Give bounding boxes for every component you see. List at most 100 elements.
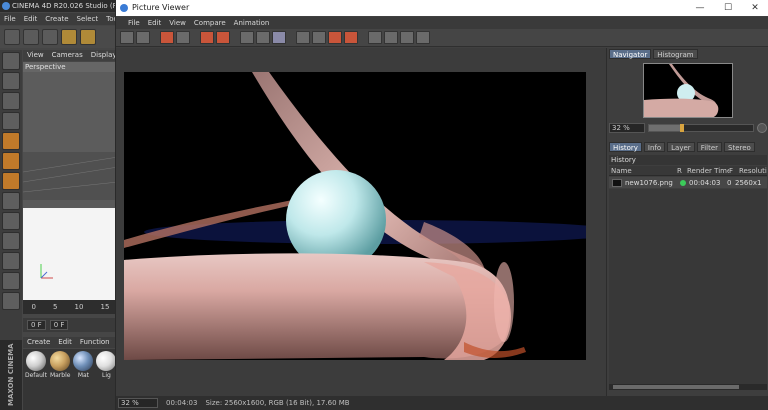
material-marble[interactable]: Marble xyxy=(50,351,71,408)
fullscreen-icon[interactable] xyxy=(400,31,414,44)
c4d-menu-bar: File Edit Create Select Tools xyxy=(0,13,123,25)
pv-menu-file[interactable]: File xyxy=(124,17,144,29)
scale-tool-icon[interactable] xyxy=(80,29,96,45)
status-zoom-field[interactable]: 32 % xyxy=(118,398,158,408)
pv-menu-view[interactable]: View xyxy=(165,17,190,29)
column-r[interactable]: R xyxy=(677,166,687,175)
material-lig[interactable]: Lig xyxy=(96,351,117,408)
pv-menu-animation[interactable]: Animation xyxy=(230,17,274,29)
viewport-scene xyxy=(23,72,118,300)
c4d-viewport[interactable] xyxy=(23,72,118,300)
snap-icon[interactable] xyxy=(2,232,20,250)
alpha-icon[interactable] xyxy=(328,31,342,44)
material-list: Default Marble Mat Lig xyxy=(23,349,118,410)
history-header: History xyxy=(609,155,767,165)
tab-filter[interactable]: Filter xyxy=(696,142,723,152)
stop-render-icon[interactable] xyxy=(200,31,214,44)
tab-layer[interactable]: Layer xyxy=(667,142,695,152)
c4d-menu-create[interactable]: Create xyxy=(41,13,72,25)
move-tool-icon[interactable] xyxy=(61,29,77,45)
axis-mode-icon[interactable] xyxy=(2,192,20,210)
history-columns: Name R Render Time F Resoluti xyxy=(609,166,767,176)
channel-icon[interactable] xyxy=(312,31,326,44)
history-name: new1076.png xyxy=(625,178,673,187)
rendered-image[interactable] xyxy=(124,72,586,360)
model-mode-icon[interactable] xyxy=(2,72,20,90)
scrollbar-thumb[interactable] xyxy=(613,385,739,389)
c4d-logo-icon xyxy=(2,2,10,10)
tab-info[interactable]: Info xyxy=(643,142,666,152)
pv-menu-edit[interactable]: Edit xyxy=(144,17,166,29)
tweak-mode-icon[interactable] xyxy=(2,212,20,230)
history-horizontal-scrollbar[interactable] xyxy=(609,384,767,390)
material-menu-edit[interactable]: Edit xyxy=(54,337,76,348)
c4d-menu-file[interactable]: File xyxy=(0,13,20,25)
lock-workplane-icon[interactable] xyxy=(2,272,20,290)
tab-stereo[interactable]: Stereo xyxy=(724,142,755,152)
material-ball-icon xyxy=(25,351,46,371)
minimize-button[interactable]: — xyxy=(686,0,714,16)
grid-view-icon[interactable] xyxy=(368,31,382,44)
live-selection-icon[interactable] xyxy=(42,29,58,45)
c4d-toolbar xyxy=(0,26,118,48)
history-list-body[interactable] xyxy=(609,189,767,389)
c4d-main-window: CINEMA 4D R20.026 Studio (RC - R File Ed… xyxy=(0,0,123,410)
texture-mode-icon[interactable] xyxy=(2,92,20,110)
tab-history[interactable]: History xyxy=(609,142,642,152)
render-to-pv-icon[interactable] xyxy=(216,31,230,44)
column-resolution[interactable]: Resoluti xyxy=(739,166,767,175)
navigator-preview[interactable] xyxy=(643,63,733,118)
display-rgb-icon[interactable] xyxy=(344,31,358,44)
save-icon[interactable] xyxy=(136,31,150,44)
lut-icon[interactable] xyxy=(416,31,430,44)
material-menu-create[interactable]: Create xyxy=(23,337,54,348)
zoom-slider-handle[interactable] xyxy=(680,124,684,132)
material-menu-function[interactable]: Function xyxy=(76,337,114,348)
swap-ab-icon[interactable] xyxy=(256,31,270,44)
render-region-icon[interactable] xyxy=(160,31,174,44)
enable-snap-icon[interactable] xyxy=(2,252,20,270)
viewport-menu-cameras[interactable]: Cameras xyxy=(48,50,87,61)
workplane-grid-icon[interactable] xyxy=(2,292,20,310)
timeline-ruler[interactable]: 0 5 10 15 xyxy=(23,300,118,314)
tab-histogram[interactable]: Histogram xyxy=(653,49,698,59)
zoom-menu-icon[interactable] xyxy=(757,123,767,133)
redo-icon[interactable] xyxy=(23,29,39,45)
ab-compare-icon[interactable] xyxy=(240,31,254,44)
timeline-tick: 0 xyxy=(31,303,36,311)
close-button[interactable]: ✕ xyxy=(741,0,768,16)
frame-end-field[interactable]: 0 F xyxy=(49,320,69,330)
workplane-icon[interactable] xyxy=(2,112,20,130)
column-name[interactable]: Name xyxy=(609,166,677,175)
history-thumbnail xyxy=(612,178,622,187)
layer-view-icon[interactable] xyxy=(384,31,398,44)
column-f[interactable]: F xyxy=(729,166,739,175)
snapshot-icon[interactable] xyxy=(272,31,286,44)
material-ball-icon xyxy=(73,351,94,371)
history-row[interactable]: new1076.png 00:04:03 0 2560x1 xyxy=(609,177,767,188)
points-mode-icon[interactable] xyxy=(2,132,20,150)
open-icon[interactable] xyxy=(120,31,134,44)
material-ball-icon xyxy=(50,351,71,371)
edges-mode-icon[interactable] xyxy=(2,152,20,170)
c4d-menu-edit[interactable]: Edit xyxy=(20,13,42,25)
material-label: Default xyxy=(25,372,47,379)
polygons-mode-icon[interactable] xyxy=(2,172,20,190)
frame-start-field[interactable]: 0 F xyxy=(27,320,46,330)
render-canvas-area[interactable] xyxy=(116,48,606,396)
pv-menu-compare[interactable]: Compare xyxy=(190,17,230,29)
material-mat[interactable]: Mat xyxy=(73,351,94,408)
tab-navigator[interactable]: Navigator xyxy=(609,49,652,59)
make-editable-icon[interactable] xyxy=(2,52,20,70)
render-view-icon[interactable] xyxy=(176,31,190,44)
undo-icon[interactable] xyxy=(4,29,20,45)
navigator-zoom-field[interactable]: 32 % xyxy=(609,123,645,133)
maximize-button[interactable]: ☐ xyxy=(714,0,742,16)
c4d-menu-select[interactable]: Select xyxy=(73,13,103,25)
maxon-brand-strip: MAXON CINEMA 4D xyxy=(0,340,37,410)
filter-icon[interactable] xyxy=(296,31,310,44)
viewport-menu-view[interactable]: View xyxy=(23,50,48,61)
column-render-time[interactable]: Render Time xyxy=(687,166,729,175)
material-default[interactable]: Default xyxy=(25,351,47,408)
navigator-zoom-slider[interactable] xyxy=(648,124,754,132)
